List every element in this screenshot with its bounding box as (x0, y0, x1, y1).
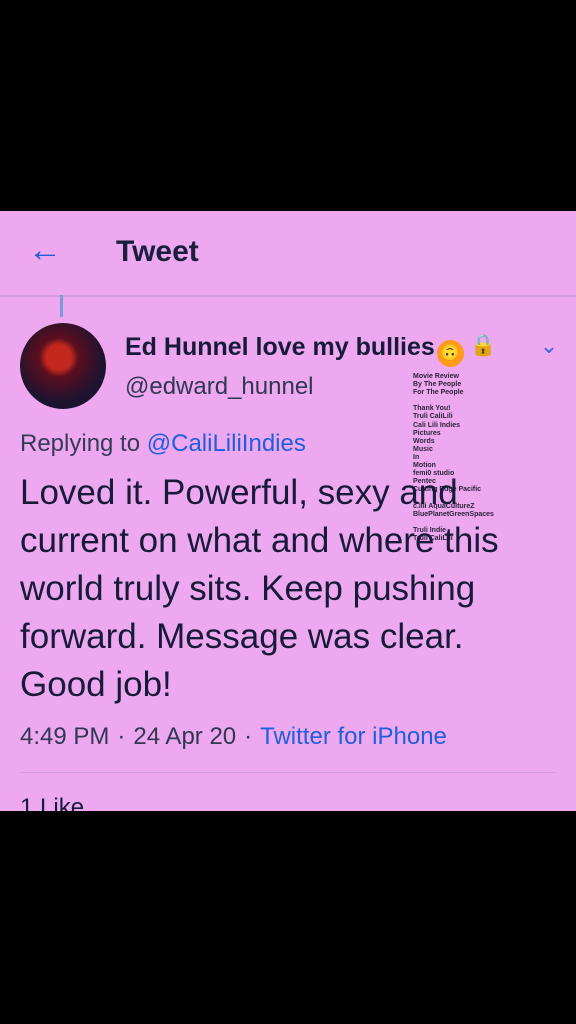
avatar[interactable] (20, 323, 106, 409)
reply-prefix: Replying to (20, 430, 141, 457)
arrow-left-icon[interactable]: ← (28, 233, 62, 267)
meta-separator: · (117, 723, 126, 750)
reply-context: Replying to @CaliLiliIndies (20, 430, 306, 458)
tweet-time: 4:49 PM (20, 723, 110, 750)
reply-to-link[interactable]: @CaliLiliIndies (147, 430, 306, 457)
chevron-down-icon[interactable]: ⌄ (535, 334, 563, 358)
tweet-header: ← Tweet (0, 211, 576, 297)
author-name[interactable]: Ed Hunnel love my bullies (125, 333, 435, 361)
lock-icon: 🔒 (470, 334, 497, 357)
tweet-text: Loved it. Powerful, sexy and current on … (20, 473, 499, 704)
like-count[interactable]: 1 Like (20, 794, 84, 811)
page-title: Tweet (116, 235, 199, 268)
author-handle[interactable]: @edward_hunnel (125, 373, 314, 401)
author-name-row[interactable]: Ed Hunnel love my bullies 🙃 (125, 333, 464, 367)
tweet-screen: ← Tweet Ed Hunnel love my bullies 🙃 🔒 ⌄ @… (0, 211, 576, 811)
divider (20, 772, 556, 773)
meta-separator: · (244, 723, 253, 750)
thread-line (60, 295, 63, 317)
tweet-date: 24 Apr 20 (133, 723, 237, 750)
tweet-meta: 4:49 PM · 24 Apr 20 · Twitter for iPhone (20, 723, 447, 751)
tweet-source-link[interactable]: Twitter for iPhone (260, 723, 447, 750)
upside-down-face-icon: 🙃 (436, 340, 464, 367)
